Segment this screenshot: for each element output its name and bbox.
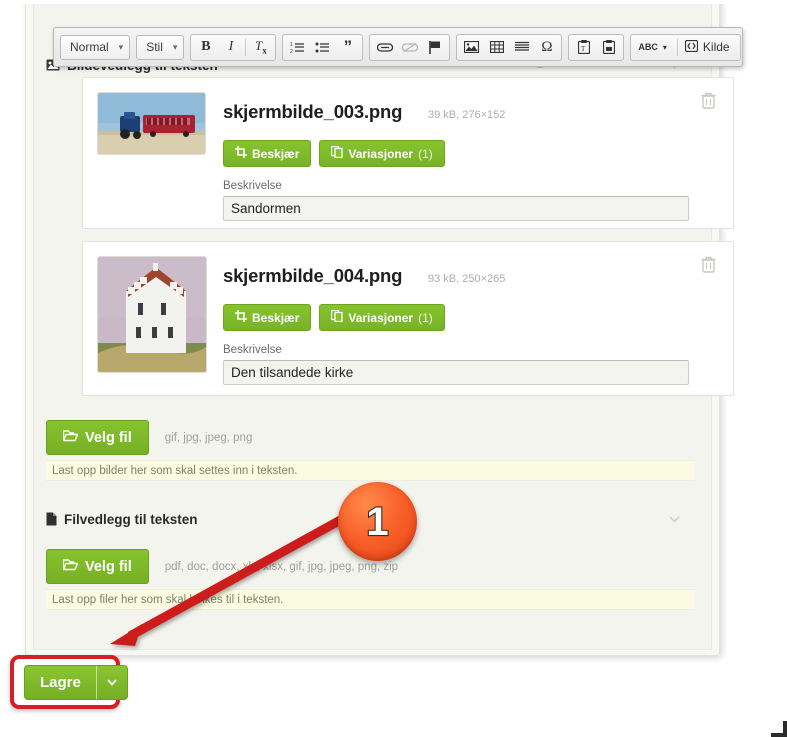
unlink-button[interactable] xyxy=(397,36,422,59)
style-select-value: Stil xyxy=(146,40,163,54)
editor-toolbar: Normal ▾ Stil ▾ B I Tx 12 ” Ω T ABC ▾ Ki… xyxy=(53,27,743,67)
corner-marker xyxy=(771,721,787,737)
attachment-card: skjermbilde_003.png 39 kB, 276×152 Beskj… xyxy=(82,77,734,229)
image-filetypes: gif, jpg, jpeg, png xyxy=(164,431,253,444)
source-button-label: Kilde xyxy=(702,40,730,54)
file-upload-hint: Last opp filer her som skal lenkes til i… xyxy=(46,589,695,610)
attachment-meta: 39 kB, 276×152 xyxy=(428,109,506,121)
step-badge-1: 1 xyxy=(338,482,417,561)
file-icon xyxy=(46,512,57,526)
svg-text:1: 1 xyxy=(290,42,293,48)
variants-count: (1) xyxy=(418,310,433,325)
attachment-filename: skjermbilde_004.png xyxy=(223,265,403,286)
folder-open-icon xyxy=(62,429,79,446)
variants-button-label: Variasjoner xyxy=(348,310,414,325)
file-filetypes: pdf, doc, docx, xls, xlsx, gif, jpg, jpe… xyxy=(164,560,399,573)
blockquote-button[interactable]: ” xyxy=(335,36,360,59)
link-button[interactable] xyxy=(372,36,397,59)
step-badge-number: 1 xyxy=(365,499,389,544)
trash-icon[interactable] xyxy=(701,92,716,109)
toolbar-divider xyxy=(676,38,678,56)
crop-button-label: Beskjær xyxy=(252,146,300,161)
attachment-meta: 93 kB, 250×265 xyxy=(428,273,506,285)
toolbar-divider xyxy=(245,38,247,56)
chevron-down-icon[interactable] xyxy=(668,513,681,526)
crop-button-label: Beskjær xyxy=(252,310,300,325)
file-upload-row: Velg fil pdf, doc, docx, xls, xlsx, gif,… xyxy=(46,549,398,584)
list-group: 12 ” xyxy=(282,33,364,61)
file-choose-file-button[interactable]: Velg fil xyxy=(46,549,149,584)
paste-group: T xyxy=(568,33,625,61)
attachment-actions: Beskjær Variasjoner (1) xyxy=(223,304,445,331)
folder-open-icon xyxy=(62,558,79,575)
anchor-flag-button[interactable] xyxy=(422,36,447,59)
paste-word-button[interactable] xyxy=(596,36,621,59)
chevron-down-icon: ▾ xyxy=(172,41,178,52)
file-choose-file-label: Velg fil xyxy=(85,558,132,575)
link-group xyxy=(369,33,451,61)
crop-button[interactable]: Beskjær xyxy=(223,304,312,331)
numbered-list-button[interactable]: 12 xyxy=(285,36,310,59)
variants-button-label: Variasjoner xyxy=(348,146,414,161)
paste-text-button[interactable]: T xyxy=(571,36,596,59)
spellcheck-label: ABC xyxy=(638,42,658,52)
text-format-group: B I Tx xyxy=(190,33,277,61)
attachment-actions: Beskjær Variasjoner (1) xyxy=(223,140,445,167)
description-input[interactable] xyxy=(223,196,689,221)
source-icon xyxy=(684,39,699,55)
style-select[interactable]: Stil ▾ xyxy=(136,34,185,60)
image-choose-file-label: Velg fil xyxy=(85,429,132,446)
attachment-card: skjermbilde_004.png 93 kB, 250×265 Beskj… xyxy=(82,241,734,396)
description-input[interactable] xyxy=(223,360,689,385)
crop-icon xyxy=(235,310,247,325)
italic-button[interactable]: I xyxy=(218,36,243,59)
file-section-title: Filvedlegg til teksten xyxy=(64,511,198,527)
copy-icon xyxy=(331,309,344,325)
insert-group: Ω xyxy=(456,33,563,61)
bulleted-list-button[interactable] xyxy=(310,36,335,59)
attachment-thumbnail[interactable] xyxy=(97,92,206,155)
horizontal-rule-button[interactable] xyxy=(509,36,534,59)
source-button[interactable]: Kilde xyxy=(680,36,738,59)
chevron-down-icon: ▾ xyxy=(118,41,124,52)
file-upload-hint-text: Last opp filer her som skal lenkes til i… xyxy=(52,593,284,606)
top-white-strip xyxy=(0,0,787,4)
copy-icon xyxy=(331,145,344,161)
save-button[interactable]: Lagre xyxy=(24,665,128,700)
format-select-value: Normal xyxy=(70,40,109,54)
svg-text:T: T xyxy=(581,45,586,53)
spellcheck-button[interactable]: ABC ▾ xyxy=(633,36,675,59)
save-dropdown-toggle[interactable] xyxy=(97,666,127,699)
bold-button[interactable]: B xyxy=(193,36,218,59)
special-char-button[interactable]: Ω xyxy=(534,36,559,59)
image-upload-hint-text: Last opp bilder her som skal settes inn … xyxy=(52,464,298,477)
image-choose-file-button[interactable]: Velg fil xyxy=(46,420,149,455)
variants-button[interactable]: Variasjoner (1) xyxy=(319,304,445,331)
tools-group: ABC ▾ Kilde xyxy=(630,33,741,61)
image-upload-row: Velg fil gif, jpg, jpeg, png xyxy=(46,420,252,455)
variants-count: (1) xyxy=(418,146,433,161)
crop-button[interactable]: Beskjær xyxy=(223,140,312,167)
trash-icon[interactable] xyxy=(701,256,716,273)
attachment-filename: skjermbilde_003.png xyxy=(223,101,403,122)
svg-text:2: 2 xyxy=(290,49,293,54)
screenshot-root: Bildevedlegg til teksten xyxy=(0,0,787,737)
format-select[interactable]: Normal ▾ xyxy=(60,34,131,60)
table-button[interactable] xyxy=(484,36,509,59)
image-button[interactable] xyxy=(459,36,484,59)
description-label: Beskrivelse xyxy=(223,344,282,356)
crop-icon xyxy=(235,146,247,161)
variants-button[interactable]: Variasjoner (1) xyxy=(319,140,445,167)
chevron-down-icon: ▾ xyxy=(662,42,667,52)
image-upload-hint: Last opp bilder her som skal settes inn … xyxy=(46,460,695,481)
save-button-label: Lagre xyxy=(40,674,81,691)
description-label: Beskrivelse xyxy=(223,180,282,192)
attachment-thumbnail[interactable] xyxy=(97,256,207,373)
remove-format-button[interactable]: Tx xyxy=(248,36,273,59)
